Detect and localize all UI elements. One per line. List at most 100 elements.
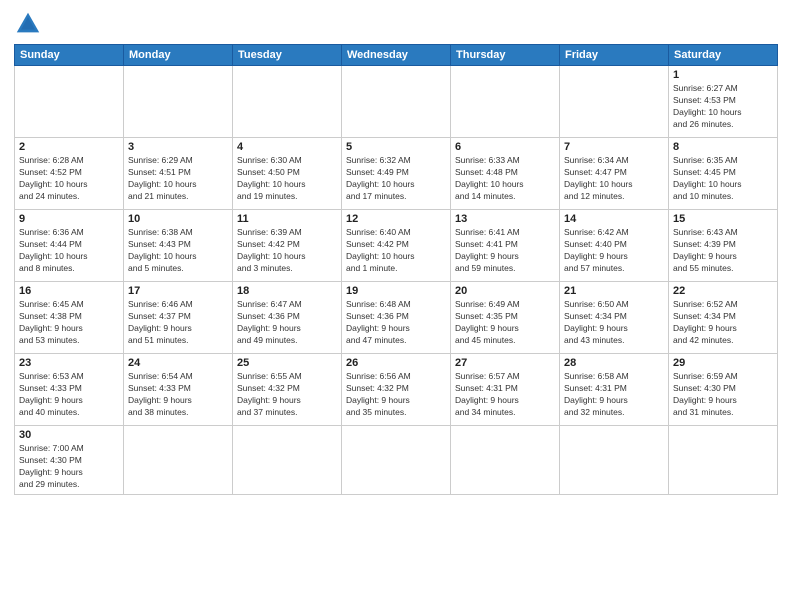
calendar-day-cell: [233, 426, 342, 495]
weekday-header-sunday: Sunday: [15, 45, 124, 66]
day-number: 16: [19, 285, 119, 297]
calendar-day-cell: 8Sunrise: 6:35 AM Sunset: 4:45 PM Daylig…: [669, 138, 778, 210]
day-number: 22: [673, 285, 773, 297]
calendar-day-cell: 4 Sunrise: 6:30 AM Sunset: 4:50 PM Daylig…: [233, 138, 342, 210]
day-info: Sunrise: 6:55 AM Sunset: 4:32 PM Dayligh…: [237, 371, 337, 419]
day-info: Sunrise: 6:56 AM Sunset: 4:32 PM Dayligh…: [346, 371, 446, 419]
day-number: 7: [564, 141, 664, 153]
day-info: Sunrise: 6:54 AM Sunset: 4:33 PM Dayligh…: [128, 371, 228, 419]
day-info: Sunrise: 6:43 AM Sunset: 4:39 PM Dayligh…: [673, 227, 773, 275]
day-number: 1: [673, 69, 773, 81]
day-number: 21: [564, 285, 664, 297]
calendar-day-cell: 29Sunrise: 6:59 AM Sunset: 4:30 PM Dayli…: [669, 354, 778, 426]
calendar-day-cell: 12 Sunrise: 6:40 AM Sunset: 4:42 PM Dayli…: [342, 210, 451, 282]
calendar-day-cell: 6 Sunrise: 6:33 AM Sunset: 4:48 PM Daylig…: [451, 138, 560, 210]
calendar-day-cell: [233, 66, 342, 138]
weekday-header-saturday: Saturday: [669, 45, 778, 66]
day-info: Sunrise: 6:35 AM Sunset: 4:45 PM Dayligh…: [673, 155, 773, 203]
day-number: 26: [346, 357, 446, 369]
day-number: 27: [455, 357, 555, 369]
calendar-day-cell: 5 Sunrise: 6:32 AM Sunset: 4:49 PM Daylig…: [342, 138, 451, 210]
calendar-day-cell: 2 Sunrise: 6:28 AM Sunset: 4:52 PM Daylig…: [15, 138, 124, 210]
day-info: Sunrise: 6:40 AM Sunset: 4:42 PM Dayligh…: [346, 227, 446, 275]
calendar-day-cell: 9Sunrise: 6:36 AM Sunset: 4:44 PM Daylig…: [15, 210, 124, 282]
calendar-week-row: 1 Sunrise: 6:27 AM Sunset: 4:53 PM Daylig…: [15, 66, 778, 138]
day-info: Sunrise: 6:42 AM Sunset: 4:40 PM Dayligh…: [564, 227, 664, 275]
calendar-day-cell: 21 Sunrise: 6:50 AM Sunset: 4:34 PM Dayli…: [560, 282, 669, 354]
day-number: 14: [564, 213, 664, 225]
calendar-day-cell: 26 Sunrise: 6:56 AM Sunset: 4:32 PM Dayli…: [342, 354, 451, 426]
calendar-day-cell: 25Sunrise: 6:55 AM Sunset: 4:32 PM Dayli…: [233, 354, 342, 426]
day-info: Sunrise: 6:53 AM Sunset: 4:33 PM Dayligh…: [19, 371, 119, 419]
day-info: Sunrise: 6:38 AM Sunset: 4:43 PM Dayligh…: [128, 227, 228, 275]
calendar-week-row: 9Sunrise: 6:36 AM Sunset: 4:44 PM Daylig…: [15, 210, 778, 282]
calendar-day-cell: 15 Sunrise: 6:43 AM Sunset: 4:39 PM Dayli…: [669, 210, 778, 282]
calendar: SundayMondayTuesdayWednesdayThursdayFrid…: [14, 44, 778, 495]
day-info: Sunrise: 6:36 AM Sunset: 4:44 PM Dayligh…: [19, 227, 119, 275]
calendar-day-cell: 22Sunrise: 6:52 AM Sunset: 4:34 PM Dayli…: [669, 282, 778, 354]
day-number: 17: [128, 285, 228, 297]
calendar-day-cell: 24 Sunrise: 6:54 AM Sunset: 4:33 PM Dayli…: [124, 354, 233, 426]
day-number: 11: [237, 213, 337, 225]
calendar-day-cell: 28Sunrise: 6:58 AM Sunset: 4:31 PM Dayli…: [560, 354, 669, 426]
day-info: Sunrise: 6:27 AM Sunset: 4:53 PM Dayligh…: [673, 83, 773, 131]
day-info: Sunrise: 6:33 AM Sunset: 4:48 PM Dayligh…: [455, 155, 555, 203]
day-info: Sunrise: 6:59 AM Sunset: 4:30 PM Dayligh…: [673, 371, 773, 419]
day-number: 13: [455, 213, 555, 225]
day-info: Sunrise: 6:28 AM Sunset: 4:52 PM Dayligh…: [19, 155, 119, 203]
day-info: Sunrise: 6:46 AM Sunset: 4:37 PM Dayligh…: [128, 299, 228, 347]
calendar-body: 1 Sunrise: 6:27 AM Sunset: 4:53 PM Daylig…: [15, 66, 778, 495]
logo-icon: [14, 10, 42, 38]
calendar-day-cell: [124, 66, 233, 138]
day-number: 2: [19, 141, 119, 153]
calendar-day-cell: 14 Sunrise: 6:42 AM Sunset: 4:40 PM Dayli…: [560, 210, 669, 282]
calendar-day-cell: 10 Sunrise: 6:38 AM Sunset: 4:43 PM Dayli…: [124, 210, 233, 282]
weekday-header-monday: Monday: [124, 45, 233, 66]
weekday-header-row: SundayMondayTuesdayWednesdayThursdayFrid…: [15, 45, 778, 66]
day-number: 19: [346, 285, 446, 297]
calendar-day-cell: 20Sunrise: 6:49 AM Sunset: 4:35 PM Dayli…: [451, 282, 560, 354]
day-info: Sunrise: 6:30 AM Sunset: 4:50 PM Dayligh…: [237, 155, 337, 203]
day-info: Sunrise: 6:57 AM Sunset: 4:31 PM Dayligh…: [455, 371, 555, 419]
calendar-day-cell: 7 Sunrise: 6:34 AM Sunset: 4:47 PM Daylig…: [560, 138, 669, 210]
calendar-day-cell: [124, 426, 233, 495]
calendar-day-cell: [560, 426, 669, 495]
day-number: 6: [455, 141, 555, 153]
calendar-day-cell: 23 Sunrise: 6:53 AM Sunset: 4:33 PM Dayli…: [15, 354, 124, 426]
calendar-day-cell: 30Sunrise: 7:00 AM Sunset: 4:30 PM Dayli…: [15, 426, 124, 495]
day-number: 5: [346, 141, 446, 153]
calendar-day-cell: [342, 66, 451, 138]
calendar-day-cell: 11 Sunrise: 6:39 AM Sunset: 4:42 PM Dayli…: [233, 210, 342, 282]
header: [14, 10, 778, 38]
calendar-week-row: 30Sunrise: 7:00 AM Sunset: 4:30 PM Dayli…: [15, 426, 778, 495]
day-info: Sunrise: 6:32 AM Sunset: 4:49 PM Dayligh…: [346, 155, 446, 203]
day-number: 4: [237, 141, 337, 153]
weekday-header-friday: Friday: [560, 45, 669, 66]
calendar-day-cell: 13Sunrise: 6:41 AM Sunset: 4:41 PM Dayli…: [451, 210, 560, 282]
calendar-week-row: 16Sunrise: 6:45 AM Sunset: 4:38 PM Dayli…: [15, 282, 778, 354]
calendar-day-cell: 1 Sunrise: 6:27 AM Sunset: 4:53 PM Daylig…: [669, 66, 778, 138]
day-number: 10: [128, 213, 228, 225]
logo: [14, 10, 46, 38]
day-info: Sunrise: 6:47 AM Sunset: 4:36 PM Dayligh…: [237, 299, 337, 347]
weekday-header-tuesday: Tuesday: [233, 45, 342, 66]
calendar-day-cell: 19Sunrise: 6:48 AM Sunset: 4:36 PM Dayli…: [342, 282, 451, 354]
day-number: 12: [346, 213, 446, 225]
day-info: Sunrise: 6:39 AM Sunset: 4:42 PM Dayligh…: [237, 227, 337, 275]
calendar-day-cell: 18Sunrise: 6:47 AM Sunset: 4:36 PM Dayli…: [233, 282, 342, 354]
calendar-day-cell: [451, 426, 560, 495]
day-info: Sunrise: 6:34 AM Sunset: 4:47 PM Dayligh…: [564, 155, 664, 203]
day-info: Sunrise: 7:00 AM Sunset: 4:30 PM Dayligh…: [19, 443, 119, 491]
day-number: 23: [19, 357, 119, 369]
calendar-day-cell: [669, 426, 778, 495]
calendar-day-cell: 3Sunrise: 6:29 AM Sunset: 4:51 PM Daylig…: [124, 138, 233, 210]
day-info: Sunrise: 6:50 AM Sunset: 4:34 PM Dayligh…: [564, 299, 664, 347]
day-info: Sunrise: 6:58 AM Sunset: 4:31 PM Dayligh…: [564, 371, 664, 419]
calendar-day-cell: [342, 426, 451, 495]
calendar-day-cell: [560, 66, 669, 138]
day-number: 24: [128, 357, 228, 369]
calendar-day-cell: 16Sunrise: 6:45 AM Sunset: 4:38 PM Dayli…: [15, 282, 124, 354]
day-number: 15: [673, 213, 773, 225]
calendar-day-cell: [15, 66, 124, 138]
calendar-week-row: 23 Sunrise: 6:53 AM Sunset: 4:33 PM Dayli…: [15, 354, 778, 426]
